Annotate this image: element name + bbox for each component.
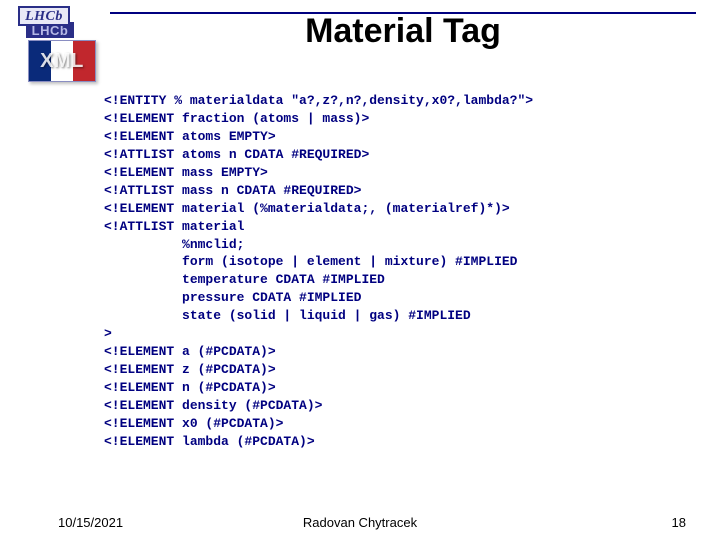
xml-flag-block: XML	[28, 40, 96, 82]
xml-label: XML	[40, 50, 84, 73]
footer-page-number: 18	[672, 515, 686, 530]
logo: XML LHCb LHCb	[18, 6, 104, 78]
dtd-code-block: <!ENTITY % materialdata "a?,z?,n?,densit…	[104, 92, 696, 451]
footer-author: Radovan Chytracek	[24, 515, 696, 530]
lhcb-badge-icon: LHCb LHCb	[18, 6, 78, 42]
footer: 10/15/2021 Radovan Chytracek 18	[24, 510, 696, 530]
lhcb-front: LHCb	[18, 6, 70, 26]
slide: XML LHCb LHCb Material Tag <!ENTITY % ma…	[0, 0, 720, 540]
page-title: Material Tag	[110, 12, 696, 51]
